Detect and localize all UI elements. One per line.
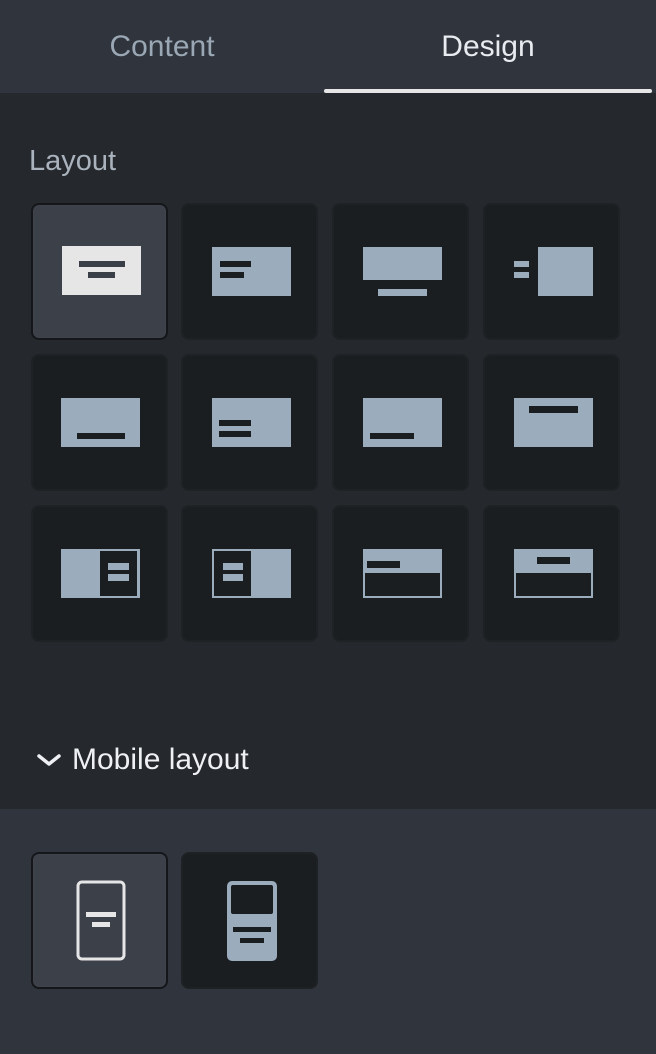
layout-split-top-center-label-icon — [514, 549, 593, 598]
tab-bar: Content Design — [0, 0, 656, 93]
layout-card-right-icon — [61, 549, 140, 598]
layout-option-8[interactable] — [483, 354, 620, 491]
mobile-image-above-text-icon — [227, 881, 277, 961]
layout-text-top-center-icon — [514, 398, 593, 447]
layout-text-middle-left-icon — [212, 398, 291, 447]
layout-option-2[interactable] — [181, 203, 318, 340]
layout-option-1[interactable] — [31, 203, 168, 340]
mobile-layout-title: Mobile layout — [72, 743, 249, 776]
layout-option-10[interactable] — [181, 505, 318, 642]
tab-design[interactable]: Design — [324, 0, 652, 93]
mobile-layout-toggle[interactable]: Mobile layout — [36, 743, 249, 777]
layout-text-left-image-right-icon — [514, 247, 593, 296]
layout-option-5[interactable] — [31, 354, 168, 491]
layout-card-left-icon — [212, 549, 291, 598]
layout-option-4[interactable] — [483, 203, 620, 340]
layout-text-bottom-left-offset-icon — [363, 398, 442, 447]
layout-option-12[interactable] — [483, 505, 620, 642]
layout-centered-icon — [62, 246, 141, 295]
layout-split-top-left-label-icon — [363, 549, 442, 598]
mobile-text-only-icon — [76, 880, 126, 961]
layout-option-11[interactable] — [332, 505, 469, 642]
layout-text-left-icon — [212, 247, 291, 296]
layout-text-bottom-left-icon — [61, 398, 140, 447]
layout-option-6[interactable] — [181, 354, 318, 491]
layout-section-title: Layout — [29, 145, 117, 177]
layout-panel: Layout Mobile layout — [0, 93, 656, 809]
layout-image-top-caption-below-icon — [363, 247, 442, 296]
mobile-option-1[interactable] — [31, 852, 168, 989]
mobile-option-2[interactable] — [181, 852, 318, 989]
tab-content[interactable]: Content — [0, 0, 324, 93]
chevron-down-icon — [37, 754, 61, 766]
layout-option-3[interactable] — [332, 203, 469, 340]
mobile-layout-panel — [0, 809, 656, 1054]
layout-option-9[interactable] — [31, 505, 168, 642]
layout-option-7[interactable] — [332, 354, 469, 491]
